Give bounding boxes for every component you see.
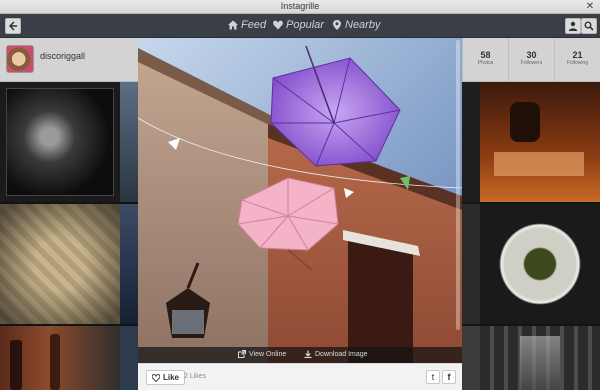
stat-photos-value: 58 [480,50,491,60]
photo-thumbnail[interactable] [462,204,480,324]
photo-thumbnail[interactable] [480,82,600,202]
back-button[interactable] [5,18,21,34]
nav-popular[interactable]: Popular [273,19,324,31]
twitter-icon: t [431,372,435,382]
like-label: Like [163,373,180,382]
download-image-button[interactable]: Download Image [304,350,368,358]
photo-thumbnail[interactable] [0,326,120,390]
photo-thumbnail[interactable] [462,326,480,390]
likes-count: 2 Likes [184,373,207,380]
arrow-left-icon [8,21,17,31]
home-icon [228,20,238,30]
stat-following-value: 21 [572,50,583,60]
stat-photos[interactable]: 58 Photos [462,38,508,81]
view-online-label: View Online [249,350,287,358]
avatar[interactable] [6,45,34,73]
close-window-icon[interactable]: ✕ [584,1,596,13]
window-title-bar: Instagrille ✕ [0,0,600,14]
stat-photos-label: Photos [477,60,494,66]
photo-thumbnail[interactable] [462,82,480,202]
nav-feed[interactable]: Feed [228,19,266,31]
like-bar: Like 2 Likes t f [138,363,462,390]
like-button[interactable]: Like [146,370,186,385]
heart-icon [273,20,283,30]
stat-followers-value: 30 [526,50,537,60]
main-photo[interactable]: View Online Download Image [138,38,462,363]
profile-stats: 58 Photos 30 Followers 21 Following [462,38,600,82]
photo-thumbnail[interactable] [0,204,120,324]
photo-image [138,38,462,363]
external-link-icon [238,350,246,358]
view-online-button[interactable]: View Online [238,350,286,358]
facebook-icon: f [447,372,451,382]
download-icon [304,350,312,358]
photo-thumbnail[interactable] [480,204,600,324]
search-icon [584,21,594,31]
nav-popular-label: Popular [286,19,324,31]
stat-followers-label: Followers [520,60,543,66]
photo-thumbnail[interactable] [120,204,138,324]
photo-action-bar: View Online Download Image [138,347,462,363]
stat-followers[interactable]: 30 Followers [508,38,554,81]
right-photo-column: 58 Photos 30 Followers 21 Following [462,38,600,390]
username[interactable]: discoriggall [40,51,85,61]
photo-thumbnail[interactable] [120,326,138,390]
left-photo-column: discoriggall [0,38,138,390]
heart-icon [152,373,160,382]
photo-scrollbar[interactable] [456,40,460,330]
photo-thumbnail[interactable] [0,82,120,202]
photo-thumbnail[interactable] [120,82,138,202]
nav-nearby[interactable]: Nearby [332,19,380,31]
share-twitter-button[interactable]: t [426,370,440,384]
window-title: Instagrille [280,1,320,11]
nav-nearby-label: Nearby [345,19,381,31]
search-button[interactable] [581,18,597,34]
stat-following-label: Following [566,60,589,66]
toolbar: Feed Popular Nearby [0,14,600,38]
photo-thumbnail[interactable] [480,326,600,390]
profile-header[interactable]: discoriggall [0,38,138,82]
user-button[interactable] [565,18,581,34]
share-facebook-button[interactable]: f [442,370,456,384]
nav-feed-label: Feed [241,19,267,31]
map-pin-icon [333,20,341,30]
stat-following[interactable]: 21 Following [554,38,600,81]
user-icon [568,21,578,31]
download-image-label: Download Image [315,350,368,358]
